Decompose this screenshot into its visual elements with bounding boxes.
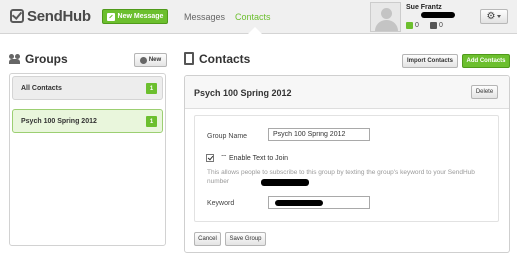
enable-text-checkbox[interactable] — [206, 154, 214, 162]
avatar[interactable] — [370, 2, 401, 32]
stat-green-value: 0 — [415, 22, 419, 29]
enable-text-label: Enable Text to Join — [229, 155, 289, 162]
settings-button[interactable]: ⚙ — [480, 9, 508, 24]
user-stat-dark: 0 — [430, 22, 443, 29]
logo-text: SendHub — [27, 7, 91, 25]
stat-dark-value: 0 — [439, 22, 443, 29]
nav-contacts[interactable]: Contacts — [235, 12, 271, 22]
avatar-head — [381, 8, 392, 19]
broadcast-icon: ⌔ — [220, 153, 228, 162]
redaction-mark — [275, 200, 323, 206]
gear-icon: ⚙ — [486, 10, 496, 22]
panel-header: Psych 100 Spring 2012 Delete — [185, 76, 509, 109]
group-item-label: Psych 100 Spring 2012 — [21, 117, 97, 125]
group-item-label: All Contacts — [21, 84, 62, 92]
group-name-label: Group Name — [207, 133, 248, 140]
new-group-icon — [139, 56, 147, 64]
group-edit-panel: Psych 100 Spring 2012 Delete Group Name … — [184, 75, 510, 253]
groups-icon — [9, 52, 21, 64]
group-item-all-contacts[interactable]: All Contacts 1 — [12, 76, 163, 100]
contacts-title: Contacts — [199, 52, 251, 66]
count-badge: 1 — [146, 83, 157, 94]
new-group-button[interactable]: New — [134, 53, 167, 67]
redaction-mark — [261, 179, 309, 186]
sendhub-logo[interactable]: SendHub — [10, 6, 91, 26]
new-message-label: New Message — [117, 13, 164, 20]
help-text: This allows people to subscribe to this … — [207, 169, 475, 185]
keyword-label: Keyword — [207, 200, 235, 207]
nav-messages[interactable]: Messages — [184, 12, 225, 22]
groups-title: Groups — [25, 52, 68, 66]
contact-count-icon — [430, 22, 437, 29]
new-message-button[interactable]: New Message — [102, 9, 168, 24]
contacts-book-icon — [184, 52, 194, 65]
group-item-psych-100[interactable]: Psych 100 Spring 2012 1 — [12, 109, 163, 133]
cancel-button[interactable]: Cancel — [194, 232, 221, 246]
save-group-button[interactable]: Save Group — [225, 232, 266, 246]
top-bar: SendHub New Message Messages Contacts Su… — [0, 0, 517, 34]
delete-button[interactable]: Delete — [471, 85, 498, 99]
redaction-mark — [421, 12, 455, 18]
group-form: Group Name ⌔ Enable Text to Join This al… — [194, 115, 499, 222]
add-contacts-button[interactable]: Add Contacts — [462, 54, 510, 68]
new-group-label: New — [148, 57, 162, 63]
avatar-body — [375, 20, 398, 31]
active-nav-pointer — [248, 27, 262, 34]
chevron-down-icon — [497, 15, 502, 18]
group-title: Psych 100 Spring 2012 — [194, 88, 292, 98]
import-contacts-button[interactable]: Import Contacts — [402, 54, 458, 68]
group-name-input[interactable] — [268, 128, 370, 141]
pencil-icon — [106, 12, 115, 21]
message-count-icon — [406, 22, 413, 29]
checkmark-icon — [10, 9, 24, 23]
user-name[interactable]: Sue Frantz — [406, 4, 442, 11]
group-list: All Contacts 1 Psych 100 Spring 2012 1 — [9, 73, 166, 246]
user-stat-green: 0 — [406, 22, 419, 29]
count-badge: 1 — [146, 116, 157, 127]
